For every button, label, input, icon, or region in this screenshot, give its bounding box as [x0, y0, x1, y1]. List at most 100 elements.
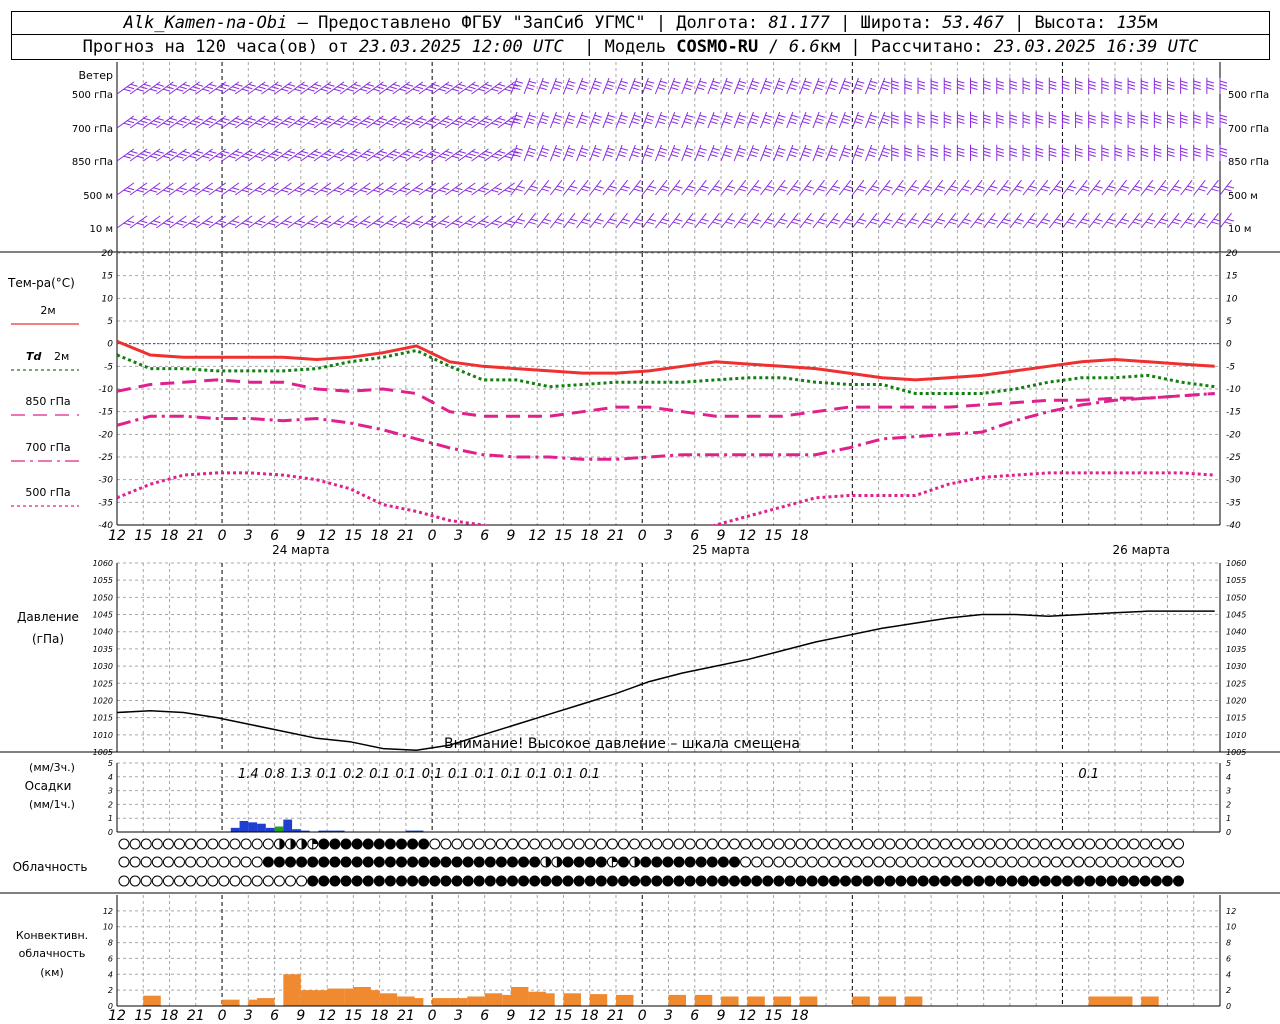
cloud-symbol	[851, 875, 863, 887]
wind-barb-feather	[1154, 114, 1162, 118]
cloud-symbol	[1173, 856, 1184, 868]
wind-barb-staff	[1153, 179, 1167, 196]
conv-ytick-right: 8	[1226, 939, 1231, 948]
cloud-symbol	[196, 856, 208, 868]
conv-xtick: 9	[296, 1008, 305, 1024]
temp-xtick: 0	[428, 528, 437, 544]
cloud-symbol	[806, 838, 818, 850]
wind-barb-staff	[746, 212, 760, 229]
wind-barb-feather	[917, 114, 926, 118]
wind-barb-feather	[412, 189, 420, 193]
wind-barb-feather	[504, 155, 512, 159]
wind-barb-feather	[869, 83, 877, 87]
wind-barb-feather	[515, 188, 523, 192]
wind-barb-feather	[310, 120, 319, 124]
wind-barb-feather	[465, 189, 473, 193]
wind-barb-staff	[628, 111, 636, 129]
wind-barb-feather	[727, 218, 736, 222]
temp-ytick-left: 5	[107, 317, 113, 327]
wind-barb	[589, 212, 604, 229]
conv-xtick: 6	[690, 1008, 699, 1024]
wind-barb	[1127, 179, 1143, 196]
wind-barb-feather	[402, 86, 411, 90]
wind-barb-staff	[1180, 179, 1193, 196]
cloud-symbol	[751, 875, 763, 887]
wind-barb-feather	[581, 80, 589, 84]
cloud-circle	[673, 875, 685, 887]
wind-barb-staff	[654, 179, 668, 196]
wind-barb-feather	[891, 86, 899, 90]
wind-barb-feather	[578, 121, 587, 125]
cloud-circle	[384, 875, 396, 887]
wind-barb	[878, 77, 891, 95]
conv-xtick: 21	[187, 1008, 205, 1024]
wind-barb-feather	[701, 218, 709, 222]
wind-barb-staff	[851, 179, 865, 196]
conv-cloud-bar	[799, 996, 818, 1006]
wind-barb	[562, 111, 576, 129]
wind-barb-feather	[1141, 153, 1149, 157]
wind-barb	[746, 212, 762, 229]
temp-ytick-right: -25	[1226, 453, 1241, 463]
wind-barb	[1114, 144, 1123, 161]
wind-barb-feather	[685, 83, 693, 87]
cloud-symbol	[917, 856, 929, 868]
wind-barb	[943, 179, 959, 196]
cloud-circle	[1128, 856, 1140, 868]
wind-barb-feather	[471, 83, 480, 87]
wind-barb-feather	[843, 147, 852, 151]
cloud-circle	[329, 875, 341, 887]
precip-ytick-right: 2	[1226, 800, 1231, 809]
conv-xtick: 21	[397, 1008, 415, 1024]
wind-barb-feather	[153, 120, 161, 124]
wind-barb-staff	[838, 77, 846, 95]
cloud-symbol	[473, 856, 485, 868]
wind-barb-feather	[711, 150, 719, 154]
wind-barb-staff	[615, 144, 623, 162]
precip-ytick-left: 2	[108, 800, 113, 809]
cloud-circle	[951, 838, 962, 850]
pressure-ytick-left: 1020	[93, 696, 113, 705]
cloud-symbol	[229, 856, 241, 868]
temp-xtick: 12	[528, 528, 546, 544]
wind-barb-staff	[983, 179, 996, 196]
cloud-symbol	[218, 875, 230, 887]
wind-barb-feather	[657, 154, 665, 158]
wind-barb	[1219, 144, 1228, 161]
wind-barb-feather	[1062, 86, 1070, 90]
wind-barb-feather	[683, 121, 692, 125]
wind-barb-feather	[205, 220, 214, 224]
cloud-symbol	[362, 875, 374, 887]
cloud-symbol	[518, 856, 530, 868]
temp-ytick-right: -30	[1226, 476, 1241, 486]
wind-barb-feather	[780, 218, 788, 222]
wind-barb-staff	[917, 212, 930, 229]
cloud-circle	[1050, 856, 1062, 868]
wind-barb-feather	[163, 155, 171, 159]
conv-xtick: 12	[738, 1008, 756, 1024]
wind-barb-feather	[169, 150, 178, 154]
wind-barb-feather	[657, 87, 665, 91]
wind-barb-feather	[297, 120, 305, 124]
cloud-symbol	[1050, 875, 1062, 887]
wind-barb-feather	[699, 147, 707, 151]
wind-barb-feather	[1075, 150, 1083, 154]
wind-barb-feather	[957, 80, 965, 84]
wind-barb-feather	[1121, 185, 1130, 189]
wind-barb	[694, 179, 709, 196]
wind-barb-staff	[707, 212, 720, 229]
wind-barb-feather	[1114, 86, 1123, 90]
wind-barb-feather	[930, 114, 939, 118]
cloud-circle	[618, 856, 629, 868]
cloud-symbol	[495, 875, 507, 887]
wind-barb-feather	[406, 117, 414, 121]
wind-barb-feather	[218, 120, 227, 124]
wind-barb-feather	[841, 121, 849, 125]
wind-barb-feather	[540, 83, 549, 87]
wind-barb-staff	[838, 212, 852, 229]
wind-barb-feather	[1180, 86, 1188, 90]
cloud-circle	[618, 838, 629, 850]
cloud-symbol	[229, 838, 241, 850]
wind-barb-feather	[714, 185, 722, 189]
wind-barb-feather	[494, 120, 502, 124]
